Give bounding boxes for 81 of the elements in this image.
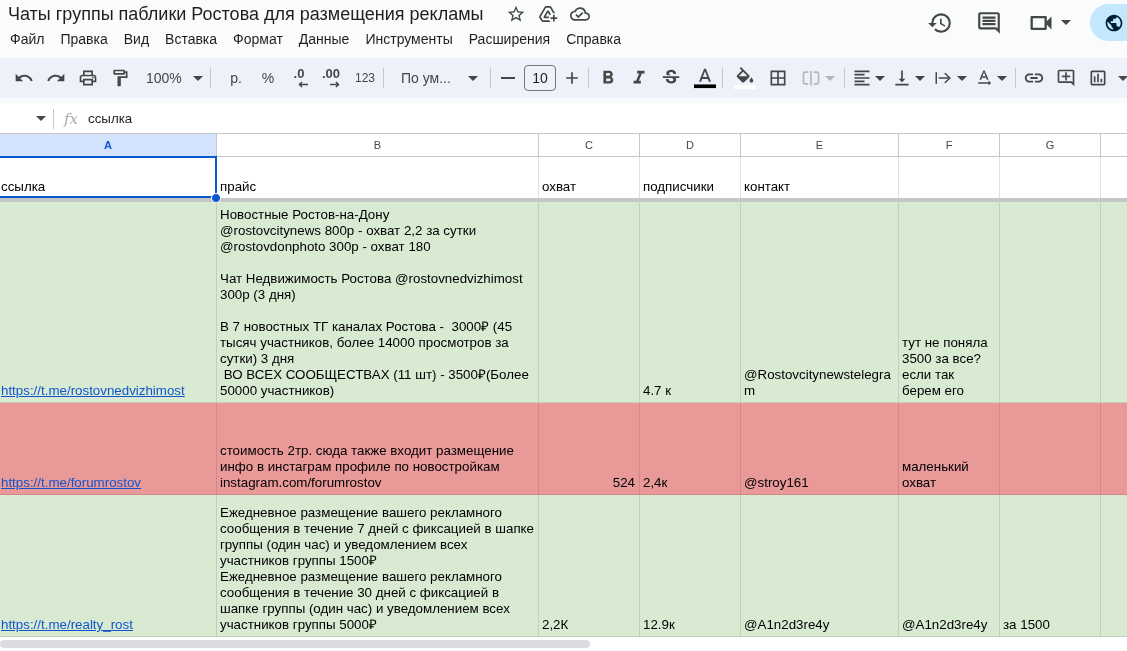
zoom-select[interactable]: 100% [138, 64, 206, 92]
cell-text: стоимость 2тр. сюда также входит размещение инфо в инстаграм профиле по новостройкам instagram.com/forumrostov [220, 443, 514, 491]
text-color-icon [694, 67, 716, 89]
cell-text: 2,2К [542, 617, 569, 633]
currency-format-button[interactable]: р. [222, 64, 250, 92]
menu-item[interactable]: Расширения [460, 30, 559, 48]
cell-text: 12.9к [643, 617, 675, 633]
comment-icon [976, 9, 1002, 36]
paint-bucket-icon [734, 67, 756, 89]
cell-text: 524 [612, 475, 635, 491]
share-button[interactable] [1090, 4, 1127, 41]
menu-item[interactable]: Формат [225, 30, 291, 48]
globe-icon [1104, 12, 1124, 33]
font-size-field[interactable]: 10 [524, 65, 556, 91]
align-left-icon [852, 68, 872, 88]
paint-roller-icon [110, 68, 130, 88]
menu-item[interactable]: Правка [52, 30, 116, 48]
percent-format-button[interactable]: % [254, 64, 282, 92]
formula-field[interactable]: ссылка [88, 106, 1127, 131]
arrow-left-icon [298, 81, 308, 88]
add-comment-icon [1056, 68, 1076, 88]
column-header[interactable]: G [1000, 134, 1101, 157]
chart-icon [1088, 68, 1108, 88]
column-header[interactable]: A [0, 134, 217, 157]
cell-text: 4.7 к [643, 383, 672, 399]
caret-icon [957, 75, 967, 81]
caret-icon [193, 75, 203, 81]
menu-item[interactable]: Вид [115, 30, 158, 48]
caret-icon [1061, 20, 1071, 25]
increase-decimal-button[interactable]: .00 [317, 64, 345, 92]
column-header[interactable]: D [640, 134, 741, 157]
print-icon [78, 68, 98, 88]
caret-icon [1118, 75, 1127, 81]
column-header[interactable]: F [899, 134, 1000, 157]
caret-icon [468, 75, 478, 81]
cell-text: Новостные Ростов-на-Дону @rostovcitynews 800р - охват 2,2 за сутки @rostovdonphoto 300р - охват 180 Чат Недвижимость Ростова @rostovnedvizhimost 300р (3 дня) В 7 новостных ТГ каналах Ростова - 3000₽ (45 тысяч участников, более 14000 просмотров за сутки) 3 дня ВО ВСЕХ СООБЩЕСТВАХ (11 шт) - 3500₽(Более 50000 участников) [220, 207, 529, 399]
cell-text: прайс [220, 179, 257, 195]
menu-item[interactable]: Данные [290, 30, 358, 48]
font-select[interactable]: По ум... [393, 64, 485, 92]
menu-item[interactable]: Файл [2, 30, 53, 48]
menu-item[interactable]: Инструменты [357, 30, 461, 48]
cell-text: за 1500 [1003, 617, 1050, 633]
cell-text: контакт [744, 179, 791, 195]
caret-icon [915, 75, 925, 81]
saved-status-button[interactable] [569, 4, 590, 24]
merge-icon [801, 68, 821, 88]
move-button[interactable] [537, 4, 558, 24]
caret-icon [36, 116, 46, 121]
document-title[interactable]: Чаты группы паблики Ростова для размещения рекламы [8, 3, 484, 25]
drive-add-icon [537, 4, 558, 24]
column-header[interactable]: B [217, 134, 539, 157]
caret-icon [875, 75, 885, 81]
borders-icon [768, 68, 788, 88]
column-header[interactable]: E [741, 134, 899, 157]
cell-text: @stroy161 [744, 475, 809, 491]
cell-text: маленький охват [902, 459, 969, 491]
cell-text: подписчики [643, 179, 714, 195]
cell-text: Ежедневное размещение вашего рекламного сообщения в течение 7 дней с фиксацией в шапке группы (один час) и уведомлением всех участников группы 1500₽ Ежедневное размещение вашего рекламного сообщения в течение 30 дней с фиксацией в шапке группы (один час) и уведомлением всех участников группы 5000₽ [220, 505, 534, 633]
cell-text: ссылка [1, 179, 46, 195]
fill-color-button[interactable] [731, 64, 759, 92]
cell-text: @A1n2d3re4y [902, 617, 988, 633]
cell-text: тут не поняла 3500 за все? если так берем его [902, 335, 988, 399]
cell-link[interactable]: https://t.me/rostovnedvizhimost [1, 383, 185, 399]
minus-icon [501, 77, 515, 79]
cell-text: 2,4к [643, 475, 668, 491]
align-bottom-icon [892, 68, 912, 88]
number-format-button[interactable]: 123 [349, 64, 381, 92]
column-header[interactable]: C [539, 134, 640, 157]
arrow-right-icon [330, 81, 340, 88]
caret-icon [825, 75, 835, 81]
cell-text: @Rostovcitynewstelegram [744, 367, 892, 399]
caret-icon [997, 75, 1007, 81]
cell-text: @A1n2d3re4y [744, 617, 830, 633]
decrease-decimal-button[interactable]: .0 [285, 64, 313, 92]
scrollbar-thumb[interactable] [0, 640, 590, 648]
cloud-check-icon [569, 4, 590, 24]
menu-item[interactable]: Вставка [157, 30, 226, 48]
menu-item[interactable]: Справка [558, 30, 630, 48]
cell-text: охват [542, 179, 577, 195]
cell-link[interactable]: https://t.me/realty_rost [1, 617, 133, 633]
function-label: fx [64, 109, 78, 128]
